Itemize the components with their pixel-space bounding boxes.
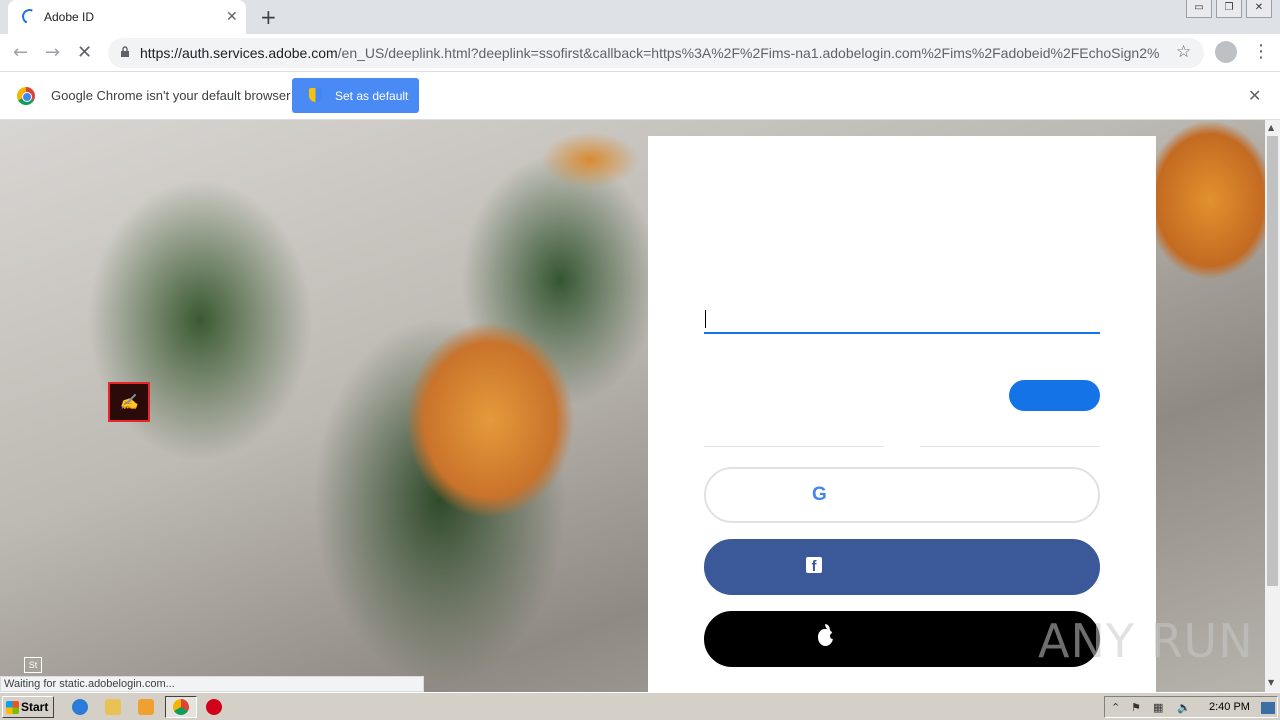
start-label: Start — [21, 700, 49, 714]
divider-left — [704, 446, 884, 447]
set-as-default-label: Set as default — [335, 89, 409, 103]
flag-icon[interactable]: ⚑ — [1131, 701, 1141, 714]
google-icon: G — [812, 484, 827, 505]
chrome-icon — [173, 699, 189, 715]
scroll-up-icon[interactable]: ▲ — [1268, 123, 1274, 132]
tab-strip: Adobe ID ✕ + ▭ ❐ ✕ — [0, 0, 1280, 34]
windows-taskbar: Start ⌃ ⚑ ▦ 🔈 2:40 PM — [0, 692, 1280, 720]
st-badge: St — [24, 657, 42, 673]
tab-title: Adobe ID — [44, 10, 95, 24]
minimize-button[interactable]: ▭ — [1186, 0, 1212, 18]
volume-icon[interactable]: 🔈 — [1177, 701, 1191, 714]
infobar-message: Google Chrome isn't your default browser — [51, 88, 291, 103]
new-tab-button[interactable]: + — [260, 5, 277, 29]
star-icon[interactable]: ☆ — [1176, 42, 1191, 62]
browser-toolbar: ← → ✕ https://auth.services.adobe.com/en… — [0, 34, 1280, 72]
start-button[interactable]: Start — [2, 696, 54, 718]
tab-close-icon[interactable]: ✕ — [226, 8, 238, 25]
stop-reload-icon[interactable]: ✕ — [77, 42, 92, 63]
system-tray: ⌃ ⚑ ▦ 🔈 2:40 PM — [1104, 696, 1278, 718]
windows-logo-icon — [6, 701, 19, 714]
scroll-down-icon[interactable]: ▼ — [1268, 678, 1274, 687]
default-browser-infobar: Google Chrome isn't your default browser… — [0, 72, 1280, 120]
loading-spinner-icon — [19, 6, 40, 27]
adobe-sign-icon: ✍ — [108, 382, 150, 422]
back-icon[interactable]: ← — [13, 42, 28, 63]
status-bubble: Waiting for static.adobelogin.com... — [0, 676, 424, 692]
opera-icon[interactable] — [206, 699, 222, 715]
sign-in-panel: G f — [648, 136, 1156, 692]
show-desktop-icon[interactable] — [1261, 702, 1275, 714]
continue-button[interactable] — [1009, 380, 1100, 411]
restore-button[interactable]: ❐ — [1216, 0, 1242, 18]
network-icon[interactable]: ▦ — [1153, 701, 1163, 714]
url-path: /en_US/deeplink.html?deeplink=ssofirst&c… — [337, 45, 1160, 61]
facebook-icon: f — [806, 557, 822, 575]
address-bar[interactable]: https://auth.services.adobe.com/en_US/de… — [108, 38, 1204, 68]
chrome-logo-icon — [17, 87, 35, 105]
email-field[interactable] — [704, 306, 1100, 334]
facebook-sign-in-button[interactable]: f — [704, 539, 1100, 595]
window-controls: ▭ ❐ ✕ — [1182, 0, 1272, 18]
apple-icon — [818, 624, 835, 646]
media-player-icon[interactable] — [138, 699, 154, 715]
shield-icon — [309, 88, 322, 102]
google-sign-in-button[interactable]: G — [704, 467, 1100, 523]
lock-icon — [121, 46, 129, 57]
file-explorer-icon[interactable] — [105, 699, 121, 715]
clock: 2:40 PM — [1209, 701, 1250, 713]
chrome-taskbar-button[interactable] — [165, 696, 197, 718]
page-content: ✍ St Waiting for static.adobelogin.com..… — [0, 120, 1265, 692]
vertical-scrollbar[interactable]: ▲ ▼ — [1265, 120, 1280, 692]
scroll-thumb[interactable] — [1267, 136, 1278, 586]
close-window-button[interactable]: ✕ — [1246, 0, 1272, 18]
forward-icon[interactable]: → — [45, 42, 60, 63]
divider-right — [920, 446, 1100, 447]
infobar-close-icon[interactable]: ✕ — [1248, 86, 1261, 105]
set-as-default-button[interactable]: Set as default — [292, 78, 419, 113]
tray-expand-icon[interactable]: ⌃ — [1111, 701, 1120, 714]
tab-adobe-id[interactable]: Adobe ID ✕ — [8, 0, 246, 34]
anyrun-watermark: ANY RUN — [1038, 614, 1254, 668]
url-host: https://auth.services.adobe.com — [140, 45, 338, 61]
text-caret — [705, 310, 706, 328]
internet-explorer-icon[interactable] — [72, 699, 88, 715]
menu-icon[interactable]: ⋮ — [1252, 41, 1270, 62]
profile-icon[interactable] — [1215, 41, 1237, 63]
url-text: https://auth.services.adobe.com/en_US/de… — [140, 45, 1160, 61]
